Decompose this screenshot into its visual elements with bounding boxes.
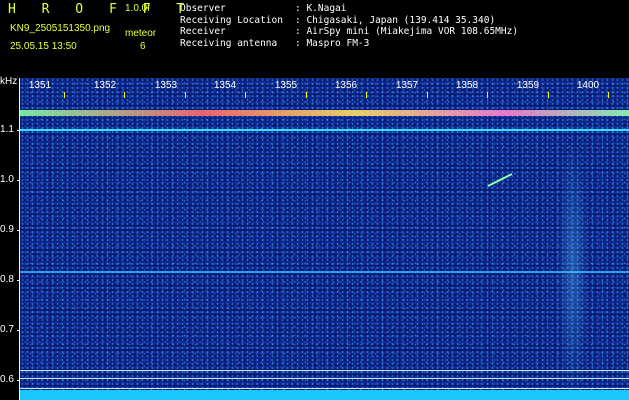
x-tick-label: 1356 — [334, 80, 358, 91]
y-tick-label: 1.1 — [0, 124, 14, 135]
info-row-observer: Observer : K.Nagai — [180, 3, 518, 15]
x-tick — [185, 92, 186, 98]
x-tick — [487, 92, 488, 98]
info-value: : K.Nagai — [295, 3, 347, 14]
info-value: : Maspro FM-3 — [295, 37, 370, 49]
info-key: Receiver — [180, 26, 226, 37]
info-key: Receiving antenna — [180, 37, 278, 49]
y-tick-label: 1.0 — [0, 174, 14, 185]
y-tick — [17, 280, 20, 281]
x-tick — [124, 92, 125, 98]
meteor-trail — [487, 173, 513, 187]
x-tick-label: 1359 — [516, 80, 540, 91]
y-tick-label: 0.6 — [0, 374, 14, 385]
y-tick — [17, 180, 20, 181]
app-logo: H R O F F T — [8, 2, 194, 17]
x-tick-label: 1354 — [213, 80, 237, 91]
date-time: 25.05.15 13:50 — [10, 41, 77, 52]
x-tick — [64, 92, 65, 98]
x-tick-label: 1400 — [576, 80, 600, 91]
station-info: Observer : K.Nagai Receiving Location : … — [180, 3, 518, 49]
y-tick-label: 0.9 — [0, 224, 14, 235]
file-name: KN9_2505151350.png — [10, 23, 111, 34]
signal-band — [20, 390, 629, 400]
y-tick — [17, 330, 20, 331]
spectrogram — [20, 78, 629, 400]
x-tick — [548, 92, 549, 98]
y-tick-label: 0.8 — [0, 274, 14, 285]
info-key: Receiving Location — [180, 14, 283, 26]
meteor-label: meteor — [125, 28, 157, 39]
x-tick — [427, 92, 428, 98]
y-tick — [17, 380, 20, 381]
info-value: : Chigasaki, Japan (139.414 35.340) — [295, 14, 496, 26]
y-tick-label: 0.7 — [0, 324, 14, 335]
x-tick-label: 1353 — [154, 80, 178, 91]
info-value: : AirSpy mini (Miakejima VOR 108.65MHz) — [295, 26, 519, 37]
y-axis-unit: kHz — [0, 76, 18, 87]
info-key: Observer — [180, 3, 226, 14]
meteor-count: 6 — [140, 41, 146, 52]
x-tick-label: 1352 — [93, 80, 117, 91]
x-tick — [608, 92, 609, 98]
info-row-location: Receiving Location : Chigasaki, Japan (1… — [180, 15, 518, 27]
x-tick-label: 1358 — [455, 80, 479, 91]
y-tick — [17, 130, 20, 131]
header-panel: H R O F F T 1.0.0f KN9_2505151350.png me… — [0, 0, 629, 78]
info-row-receiver: Receiver : AirSpy mini (Miakejima VOR 10… — [180, 26, 518, 38]
x-tick-label: 1351 — [28, 80, 52, 91]
version-label: 1.0.0f — [125, 3, 151, 14]
x-tick-label: 1355 — [274, 80, 298, 91]
x-tick — [245, 92, 246, 98]
y-tick — [17, 230, 20, 231]
x-tick — [366, 92, 367, 98]
y-axis — [19, 78, 20, 400]
info-row-antenna: Receiving antenna : Maspro FM-3 — [180, 38, 518, 50]
x-tick — [306, 92, 307, 98]
x-axis: 1351 1352 1353 1354 1355 1356 1357 1358 … — [20, 78, 629, 98]
x-tick-label: 1357 — [395, 80, 419, 91]
